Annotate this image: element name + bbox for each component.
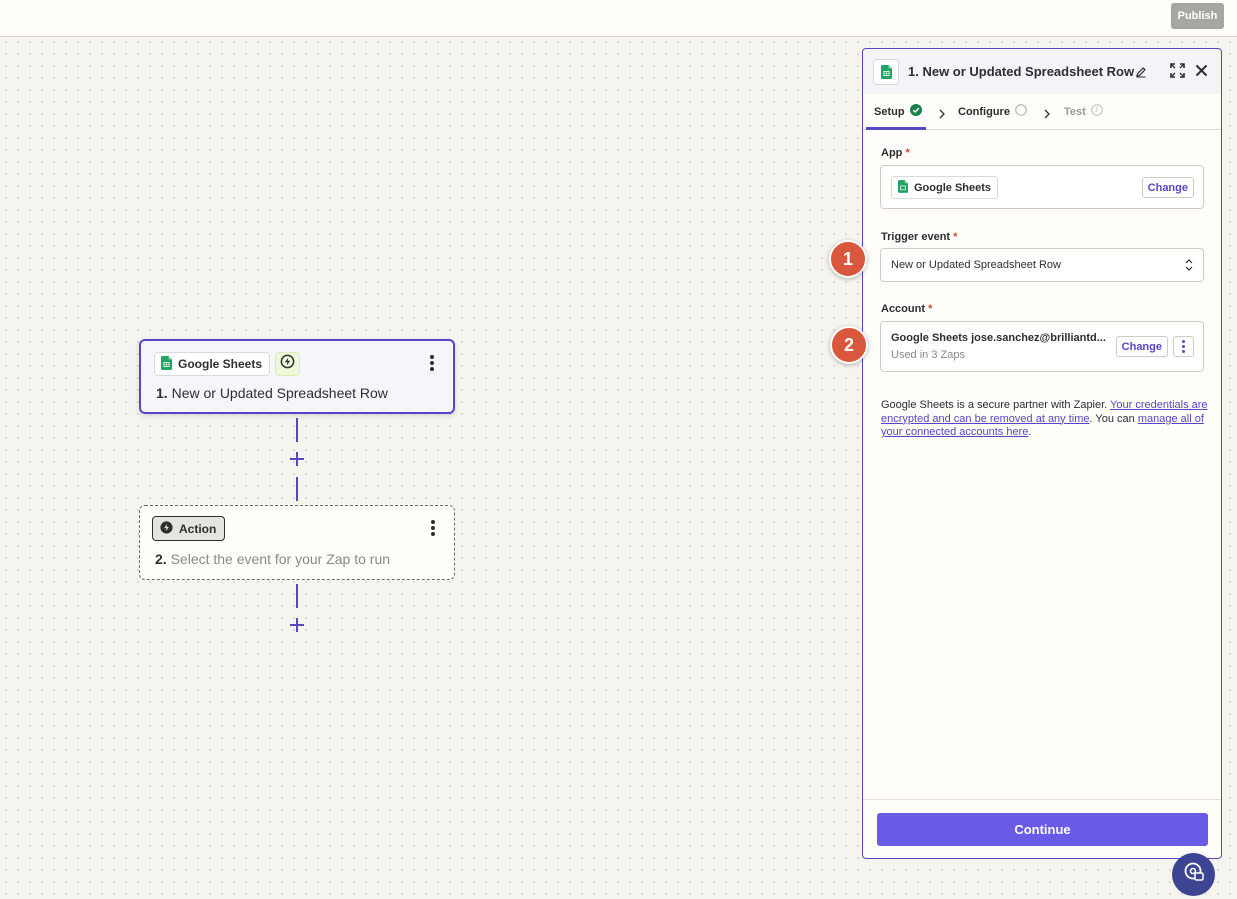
clock-circle-icon	[1090, 104, 1103, 119]
trigger-event-label: Trigger event *	[881, 231, 957, 243]
trigger-event-value: New or Updated Spreadsheet Row	[891, 259, 1061, 271]
tab-label: Setup	[874, 105, 905, 118]
empty-circle-icon	[1015, 104, 1027, 119]
trigger-step-card[interactable]: Google Sheets 1. New or Updated Spreadsh…	[139, 339, 455, 414]
tab-label: Test	[1064, 105, 1086, 118]
info-text: . You can	[1089, 412, 1138, 425]
action-step-card[interactable]: Action 2. Select the event for your Zap …	[139, 505, 455, 580]
step-tabs: Setup Configure Test	[863, 94, 1221, 130]
label-text: App	[881, 147, 903, 159]
tab-test[interactable]: Test	[1064, 104, 1103, 119]
required-mark: *	[953, 231, 958, 243]
help-chat-button[interactable]	[1172, 853, 1215, 896]
top-bar: Publish	[0, 0, 1237, 37]
account-more-button[interactable]	[1173, 336, 1194, 357]
action-chip-label: Action	[179, 521, 217, 536]
app-name: Google Sheets	[178, 357, 263, 371]
expand-icon[interactable]	[1170, 63, 1185, 83]
close-icon[interactable]	[1195, 64, 1208, 82]
google-sheets-icon	[161, 355, 172, 373]
step-marker: 2	[830, 326, 868, 364]
action-step-title: 2. Select the event for your Zap to run	[155, 551, 390, 567]
selected-app-chip: Google Sheets	[891, 176, 999, 199]
tab-setup[interactable]: Setup	[874, 104, 922, 119]
app-value: Google Sheets	[914, 181, 992, 194]
change-app-button[interactable]: Change	[1141, 177, 1194, 198]
info-text: .	[1028, 426, 1032, 438]
kebab-icon[interactable]	[426, 518, 440, 538]
step-number: 1.	[156, 385, 168, 401]
trigger-badge	[275, 352, 300, 376]
step-editor-panel: 1. New or Updated Spreadsheet Row Setup …	[862, 48, 1222, 859]
pencil-icon[interactable]	[1135, 65, 1147, 83]
panel-title: 1. New or Updated Spreadsheet Row	[908, 64, 1135, 79]
bolt-icon	[160, 520, 173, 537]
active-tab-indicator	[866, 127, 926, 130]
chevron-right-icon	[1043, 106, 1051, 124]
step-marker: 1	[829, 240, 867, 278]
connector-line	[296, 477, 298, 501]
security-info: Google Sheets is a secure partner with Z…	[881, 399, 1211, 440]
add-step-plus-icon[interactable]	[288, 616, 306, 634]
label-text: Trigger event	[881, 231, 951, 243]
app-chip: Google Sheets	[154, 352, 271, 376]
tab-label: Configure	[958, 105, 1010, 118]
account-value: Google Sheets jose.sanchez@brilliantd...	[891, 332, 1106, 344]
app-field: Google Sheets Change	[880, 165, 1204, 209]
add-step-plus-icon[interactable]	[288, 450, 306, 468]
google-sheets-icon	[873, 59, 899, 85]
bolt-icon	[280, 354, 295, 374]
app-field-label: App *	[881, 147, 910, 159]
chevron-right-icon	[938, 106, 946, 124]
info-text: Google Sheets is a secure partner with Z…	[881, 399, 1111, 411]
google-sheets-icon	[898, 179, 908, 196]
required-mark: *	[905, 147, 910, 159]
account-label: Account *	[881, 303, 932, 315]
continue-button[interactable]: Continue	[877, 813, 1208, 846]
step-title: Select the event for your Zap to run	[170, 551, 391, 567]
tab-configure[interactable]: Configure	[958, 104, 1027, 119]
step-number: 2.	[155, 551, 167, 567]
label-text: Account	[881, 303, 925, 315]
panel-header: 1. New or Updated Spreadsheet Row	[863, 49, 1221, 94]
updown-icon	[1184, 258, 1194, 277]
kebab-icon[interactable]	[425, 353, 439, 373]
check-circle-icon	[909, 104, 922, 119]
action-chip: Action	[152, 516, 226, 541]
footer-divider	[863, 799, 1221, 800]
connector-line	[296, 584, 298, 608]
publish-button[interactable]: Publish	[1171, 3, 1224, 29]
account-usage: Used in 3 Zaps	[891, 349, 965, 361]
step-title: New or Updated Spreadsheet Row	[171, 385, 388, 401]
trigger-event-select[interactable]: New or Updated Spreadsheet Row	[880, 248, 1204, 282]
help-chat-icon	[1183, 861, 1205, 888]
trigger-step-title: 1. New or Updated Spreadsheet Row	[156, 385, 388, 401]
change-account-button[interactable]: Change	[1115, 336, 1168, 357]
account-field: Google Sheets jose.sanchez@brilliantd...…	[880, 321, 1204, 372]
required-mark: *	[928, 303, 933, 315]
connector-line	[296, 418, 298, 442]
